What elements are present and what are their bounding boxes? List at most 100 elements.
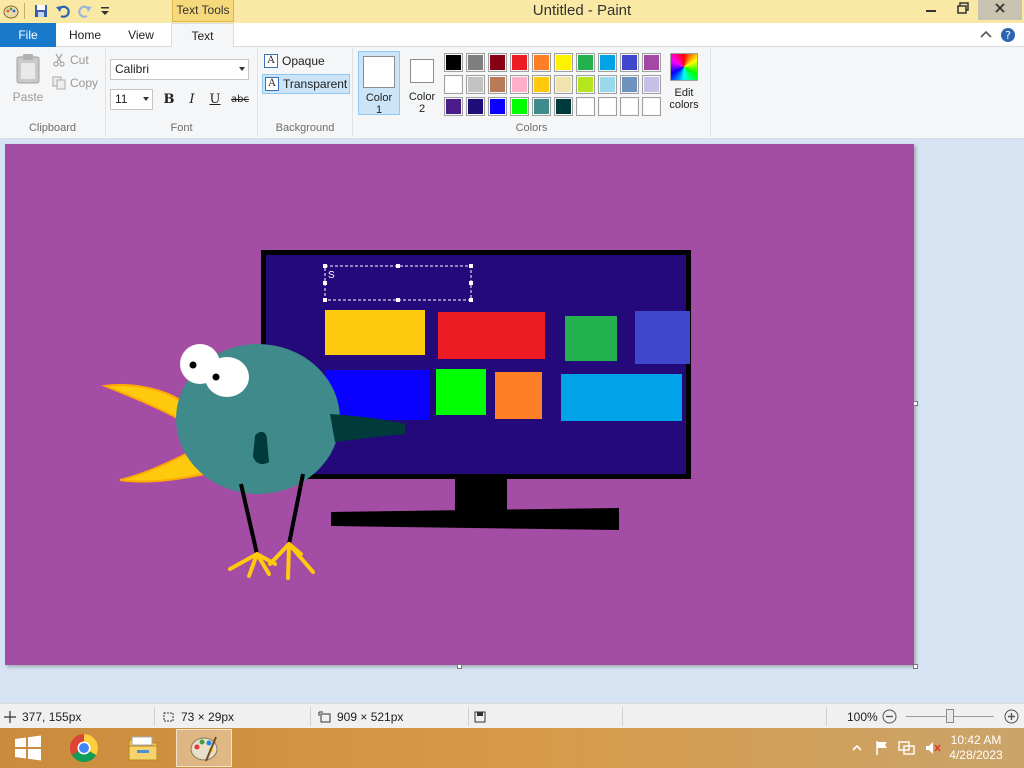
palette-swatch-color	[578, 99, 593, 114]
palette-swatch-color	[446, 55, 461, 70]
opaque-label: Opaque	[282, 54, 325, 68]
palette-swatch[interactable]	[532, 53, 551, 72]
edit-colors-button[interactable]: Edit colors	[666, 53, 702, 111]
palette-swatch[interactable]	[620, 97, 639, 116]
palette-swatch-color	[468, 99, 483, 114]
palette-swatch[interactable]	[642, 53, 661, 72]
palette-swatch[interactable]	[576, 75, 595, 94]
resize-handle-right[interactable]	[913, 401, 918, 406]
palette-swatch-color	[490, 77, 505, 92]
palette-swatch[interactable]	[488, 53, 507, 72]
italic-button[interactable]: I	[183, 91, 201, 109]
palette-swatch[interactable]	[444, 53, 463, 72]
restore-button[interactable]	[948, 0, 978, 20]
status-separator	[310, 707, 311, 726]
drawing-canvas[interactable]: S	[5, 144, 914, 665]
palette-swatch[interactable]	[642, 97, 661, 116]
taskbar-clock[interactable]: 10:42 AM 4/28/2023	[946, 733, 1006, 763]
palette-swatch-color	[534, 99, 549, 114]
zoom-out-button[interactable]	[882, 704, 897, 729]
palette-swatch-color	[622, 55, 637, 70]
underline-button[interactable]: U	[206, 91, 224, 109]
palette-swatch[interactable]	[620, 75, 639, 94]
clipboard-group-label: Clipboard	[28, 122, 77, 134]
font-group-label: Font	[170, 122, 193, 134]
cursor-position-icon	[4, 710, 16, 723]
palette-swatch-color	[578, 55, 593, 70]
color-2-button[interactable]: Color 2	[401, 51, 443, 115]
tab-home[interactable]: Home	[60, 23, 110, 47]
palette-swatch[interactable]	[576, 97, 595, 116]
ribbon-tab-bar: File Home View Text ?	[0, 23, 1024, 48]
windows-logo-icon	[15, 735, 41, 761]
minimize-button[interactable]	[916, 0, 946, 20]
palette-swatch[interactable]	[466, 75, 485, 94]
tab-file[interactable]: File	[0, 23, 56, 47]
palette-swatch[interactable]	[510, 75, 529, 94]
opaque-button[interactable]: A Opaque	[262, 51, 327, 71]
palette-swatch[interactable]	[488, 75, 507, 94]
show-hidden-icons-icon[interactable]	[850, 741, 864, 755]
palette-swatch[interactable]	[554, 75, 573, 94]
palette-swatch[interactable]	[510, 53, 529, 72]
color-2-label: Color	[408, 91, 436, 103]
palette-swatch[interactable]	[466, 97, 485, 116]
strikethrough-button[interactable]: abc	[229, 91, 251, 109]
chrome-taskbar-button[interactable]	[56, 729, 112, 767]
palette-swatch[interactable]	[620, 53, 639, 72]
zoom-out-icon	[882, 709, 897, 724]
copy-icon	[52, 76, 66, 90]
transparent-button[interactable]: A Transparent	[262, 74, 351, 94]
font-size-dropdown[interactable]: 11	[110, 89, 153, 110]
palette-swatch[interactable]	[444, 75, 463, 94]
palette-swatch[interactable]	[466, 53, 485, 72]
zoom-slider-thumb[interactable]	[946, 709, 954, 723]
palette-swatch[interactable]	[576, 53, 595, 72]
font-family-dropdown[interactable]: Calibri	[110, 59, 249, 80]
palette-swatch[interactable]	[532, 75, 551, 94]
bold-button[interactable]: B	[160, 91, 178, 109]
tab-view[interactable]: View	[114, 23, 168, 47]
network-icon[interactable]	[898, 740, 916, 756]
palette-swatch[interactable]	[554, 97, 573, 116]
cut-button[interactable]: Cut	[52, 53, 89, 67]
resize-handle-bottom[interactable]	[457, 664, 462, 669]
paint-taskbar-button[interactable]	[176, 729, 232, 767]
paste-button[interactable]: Paste	[8, 53, 48, 104]
palette-swatch-color	[446, 99, 461, 114]
action-center-flag-icon[interactable]	[874, 740, 890, 756]
canvas-text-input[interactable]: S	[328, 270, 335, 281]
zoom-in-button[interactable]	[1004, 704, 1019, 729]
start-button[interactable]	[0, 729, 56, 767]
volume-muted-icon[interactable]	[924, 740, 942, 756]
close-button[interactable]	[978, 0, 1022, 20]
palette-swatch[interactable]	[642, 75, 661, 94]
cursor-position-value: 377, 155px	[22, 709, 82, 724]
status-separator	[622, 707, 623, 726]
palette-swatch[interactable]	[554, 53, 573, 72]
transparent-icon: A	[265, 77, 279, 91]
palette-swatch-color	[600, 99, 615, 114]
collapse-ribbon-icon[interactable]	[978, 27, 994, 43]
resize-handle-corner[interactable]	[913, 664, 918, 669]
palette-swatch[interactable]	[488, 97, 507, 116]
status-separator	[826, 707, 827, 726]
folder-icon	[128, 736, 158, 761]
palette-swatch[interactable]	[598, 53, 617, 72]
palette-swatch[interactable]	[532, 97, 551, 116]
palette-swatch[interactable]	[510, 97, 529, 116]
file-explorer-taskbar-button[interactable]	[115, 729, 171, 767]
palette-swatch[interactable]	[598, 75, 617, 94]
font-size-value: 11	[115, 92, 128, 106]
palette-swatch[interactable]	[598, 97, 617, 116]
colors-group-label: Colors	[515, 122, 548, 134]
svg-text:?: ?	[1005, 29, 1011, 42]
palette-swatch-color	[534, 77, 549, 92]
palette-swatch[interactable]	[444, 97, 463, 116]
copy-button[interactable]: Copy	[52, 76, 98, 90]
canvas-drawing	[101, 250, 691, 580]
clock-date: 4/28/2023	[949, 748, 1003, 762]
tab-text[interactable]: Text	[171, 23, 234, 48]
help-icon[interactable]: ?	[1000, 27, 1016, 43]
color-1-button[interactable]: Color 1	[358, 51, 400, 116]
